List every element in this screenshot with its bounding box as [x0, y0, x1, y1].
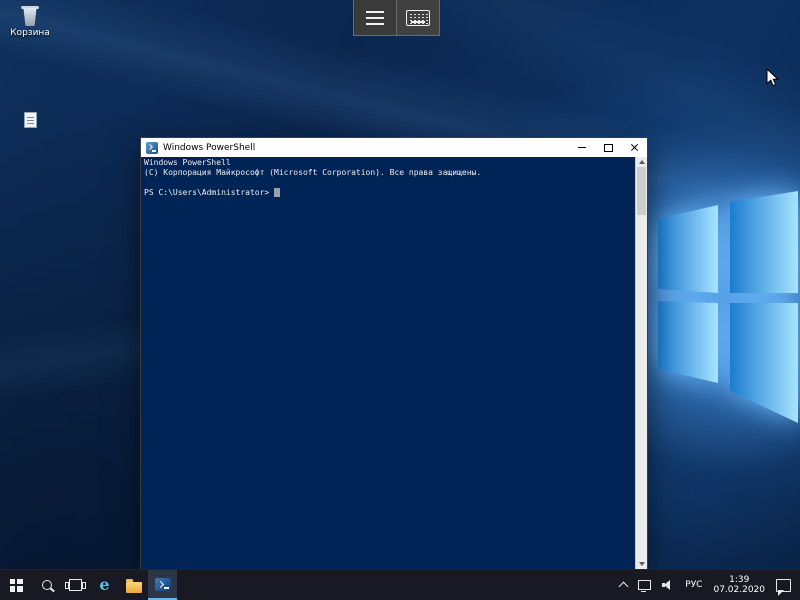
console-output[interactable]: Windows PowerShell (C) Корпорация Майкро…: [141, 157, 635, 569]
vertical-scrollbar[interactable]: [635, 157, 647, 569]
clock-date: 07.02.2020: [713, 585, 765, 595]
search-icon: [42, 580, 52, 590]
powershell-titlebar[interactable]: Windows PowerShell: [141, 138, 647, 157]
minimize-button[interactable]: [569, 138, 595, 157]
network-icon[interactable]: [638, 580, 651, 590]
volume-icon[interactable]: [662, 580, 674, 590]
powershell-icon: [146, 142, 158, 154]
scroll-down-icon[interactable]: [639, 562, 645, 566]
window-title: Windows PowerShell: [163, 143, 569, 153]
recycle-bin-icon: [2, 6, 58, 26]
vm-console-toolbar: [353, 0, 440, 36]
hamburger-icon: [366, 11, 384, 25]
powershell-taskbar-icon: [155, 578, 171, 591]
console-line: (C) Корпорация Майкрософт (Microsoft Cor…: [144, 168, 633, 178]
start-button[interactable]: [0, 570, 32, 600]
task-view-icon: [69, 579, 82, 591]
minimize-icon: [578, 147, 586, 148]
screen: Корзина Windows PowerShell: [0, 0, 800, 600]
language-indicator[interactable]: РУС: [685, 580, 702, 590]
vm-keyboard-button[interactable]: [397, 0, 440, 36]
console-area[interactable]: Windows PowerShell (C) Корпорация Майкро…: [141, 157, 647, 569]
console-line: Windows PowerShell: [144, 158, 633, 168]
search-button[interactable]: [32, 570, 61, 600]
taskbar-item-file-explorer[interactable]: [119, 570, 148, 600]
console-prompt-line: PS C:\Users\Administrator>: [144, 188, 633, 198]
recycle-bin-label: Корзина: [2, 28, 58, 38]
console-line: [144, 178, 633, 188]
taskbar-clock[interactable]: 1:39 07.02.2020: [713, 575, 765, 595]
vm-menu-button[interactable]: [353, 0, 397, 36]
window-controls: [569, 138, 647, 157]
task-view-button[interactable]: [61, 570, 90, 600]
maximize-button[interactable]: [595, 138, 621, 157]
windows-logo: [640, 185, 800, 445]
document-icon: [24, 112, 37, 128]
scrollbar-track[interactable]: [636, 167, 647, 559]
keyboard-icon: [406, 10, 430, 26]
text-cursor: [274, 188, 280, 197]
system-tray: РУС 1:39 07.02.2020: [620, 570, 800, 600]
windows-flag-icon: [10, 579, 23, 592]
file-explorer-icon: [126, 582, 142, 593]
scrollbar-thumb[interactable]: [637, 167, 646, 215]
powershell-window: Windows PowerShell Windows PowerShell (C…: [140, 137, 648, 570]
desktop-icon-document[interactable]: [2, 112, 58, 130]
close-icon: [630, 143, 639, 152]
desktop-icon-recycle-bin[interactable]: Корзина: [2, 6, 58, 38]
taskbar-item-internet-explorer[interactable]: e: [90, 570, 119, 600]
close-button[interactable]: [621, 138, 647, 157]
maximize-icon: [604, 144, 613, 152]
internet-explorer-icon: e: [99, 577, 109, 593]
hidden-icons-chevron-icon[interactable]: [619, 582, 629, 592]
scroll-up-icon[interactable]: [639, 160, 645, 164]
taskbar: e РУС 1:39 07.02.2020: [0, 569, 800, 600]
taskbar-item-powershell[interactable]: [148, 570, 177, 600]
action-center-icon[interactable]: [776, 579, 791, 592]
clock-time: 1:39: [713, 575, 765, 585]
prompt-text: PS C:\Users\Administrator>: [144, 188, 269, 197]
